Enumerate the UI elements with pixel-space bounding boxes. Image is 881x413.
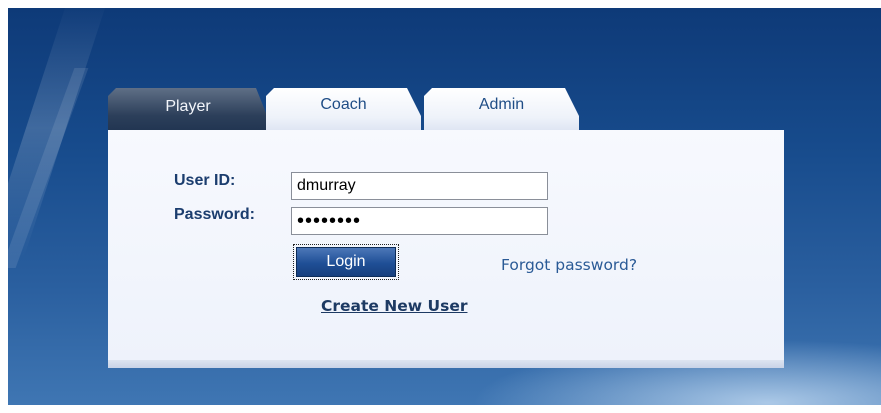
login-background: Player Coach Admin User ID: Password: Lo…	[8, 8, 881, 405]
tab-player-label: Player	[165, 98, 211, 115]
user-id-label: User ID:	[174, 172, 236, 189]
tab-player[interactable]: Player	[108, 88, 268, 134]
login-button[interactable]: Login	[296, 247, 396, 277]
login-panel	[108, 130, 784, 368]
password-label: Password:	[174, 206, 255, 223]
create-new-user-link[interactable]: Create New User	[321, 297, 467, 315]
password-input[interactable]	[291, 207, 548, 235]
login-button-focus-ring: Login	[293, 244, 399, 280]
forgot-password-link[interactable]: Forgot password?	[501, 256, 637, 274]
tab-admin[interactable]: Admin	[424, 88, 579, 130]
user-id-input[interactable]	[291, 172, 548, 200]
tab-coach-label: Coach	[320, 96, 367, 113]
tab-coach[interactable]: Coach	[266, 88, 421, 130]
login-panel-footer	[108, 360, 784, 368]
tab-admin-label: Admin	[478, 96, 525, 113]
